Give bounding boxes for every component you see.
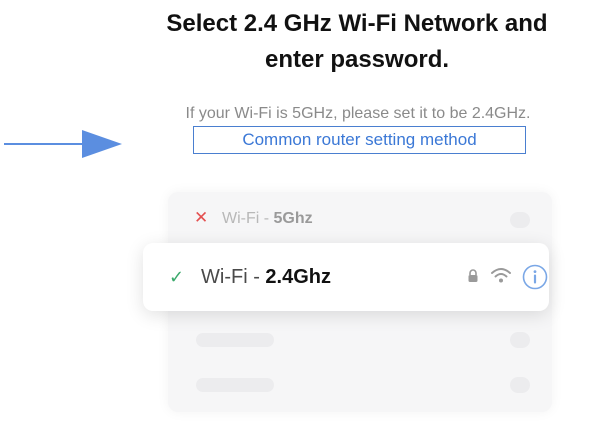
network-5ghz-prefix: Wi-Fi -	[222, 210, 274, 227]
network-5ghz-label: Wi-Fi - 5Ghz	[222, 209, 313, 229]
page-title-line-2: enter password.	[264, 46, 450, 73]
network-row-2-4ghz[interactable]: ✓ Wi-Fi - 2.4Ghz	[143, 243, 549, 311]
router-setting-link[interactable]: Common router setting method	[193, 126, 526, 154]
network-row-5ghz: ✕ Wi-Fi - 5Ghz	[168, 200, 552, 238]
page-title-line-1: Select 2.4 GHz Wi-Fi Network and	[166, 10, 548, 37]
placeholder-row-1	[196, 333, 274, 347]
placeholder-row-2-icon	[510, 377, 530, 393]
lock-icon	[468, 269, 478, 282]
placeholder-row-2	[196, 378, 274, 392]
network-2-4ghz-band: 2.4Ghz	[265, 266, 331, 288]
placeholder-icon	[510, 212, 530, 228]
x-icon: ✕	[194, 208, 209, 227]
pointer-arrow-icon	[4, 130, 122, 158]
placeholder-row-1-icon	[510, 332, 530, 348]
network-5ghz-band: 5Ghz	[273, 210, 313, 227]
page-title: Select 2.4 GHz Wi-Fi Network and enter p…	[112, 6, 602, 78]
network-2-4ghz-prefix: Wi-Fi -	[201, 266, 266, 288]
band-hint-text: If your Wi-Fi is 5GHz, please set it to …	[185, 105, 531, 122]
check-icon: ✓	[169, 267, 185, 287]
wifi-icon	[491, 268, 511, 283]
network-2-4ghz-label: Wi-Fi - 2.4Ghz	[201, 265, 331, 289]
info-icon[interactable]	[522, 264, 548, 290]
